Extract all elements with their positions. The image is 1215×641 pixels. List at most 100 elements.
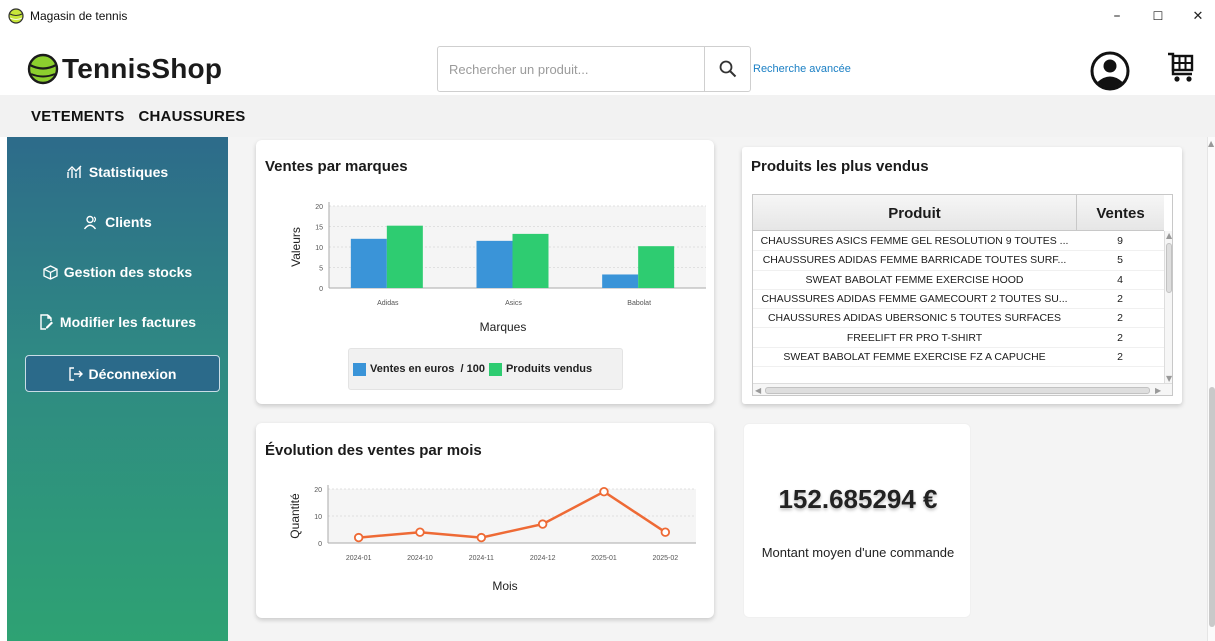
x-tick-label: Asics <box>505 300 522 307</box>
y-tick-label: 5 <box>319 266 323 273</box>
column-header-produit[interactable]: Produit <box>753 195 1076 231</box>
y-tick-label: 20 <box>315 204 323 211</box>
tennis-ball-icon <box>8 8 24 24</box>
card-average-order: 152.685294 € Montant moyen d'une command… <box>743 423 971 618</box>
x-tick-label: Babolat <box>627 300 651 307</box>
cell-produit: SWEAT BABOLAT FEMME EXERCISE HOOD <box>805 273 1024 286</box>
cell-ventes: 9 <box>1117 235 1123 248</box>
x-axis-label: Marques <box>480 320 527 334</box>
sidebar-item-statistiques[interactable]: Statistiques <box>7 157 228 187</box>
category-nav: VETEMENTS CHAUSSURES <box>0 95 1215 137</box>
search-icon <box>719 60 736 78</box>
table-vertical-scrollbar[interactable]: ▲ ▼ <box>1164 231 1173 383</box>
table-row[interactable]: SWEAT BABOLAT FEMME EXERCISE HOOD 4 <box>753 271 1164 290</box>
table-row[interactable]: CHAUSSURES ADIDAS UBERSONIC 5 TOUTES SUR… <box>753 309 1164 329</box>
search-input[interactable] <box>437 46 705 92</box>
table-row[interactable]: FREELIFT FR PRO T-SHIRT 2 <box>753 328 1164 348</box>
category-vetements[interactable]: VETEMENTS <box>31 108 124 125</box>
x-tick-label: Adidas <box>377 300 399 307</box>
scroll-thumb[interactable] <box>765 387 1150 394</box>
y-axis-label: Quantité <box>288 493 302 539</box>
data-point <box>537 519 548 529</box>
app-header: TennisShop Recherche avancée <box>0 32 1215 95</box>
cell-produit: CHAUSSURES ADIDAS FEMME GAMECOURT 2 TOUT… <box>761 293 1068 306</box>
minimize-button[interactable]: – <box>1095 0 1139 32</box>
card-top-products: Produits les plus vendus Produit Ventes … <box>742 147 1182 404</box>
sidebar-item-label: Clients <box>105 214 152 230</box>
table-horizontal-scrollbar[interactable]: ◀ ▶ <box>753 383 1172 395</box>
x-axis-label: Mois <box>492 579 517 593</box>
logout-label: Déconnexion <box>88 365 177 382</box>
table-row[interactable]: CHAUSSURES ADIDAS FEMME BARRICADE TOUTES… <box>753 251 1164 271</box>
data-point <box>476 532 487 543</box>
cell-ventes: 5 <box>1117 254 1123 267</box>
table-header: Produit Ventes <box>753 195 1164 231</box>
y-tick-label: 10 <box>314 514 322 521</box>
chart-icon <box>67 165 83 179</box>
tennis-ball-icon <box>27 53 59 85</box>
column-header-ventes[interactable]: Ventes <box>1076 195 1164 231</box>
maximize-button[interactable]: ☐ <box>1136 0 1180 32</box>
line-chart: 0 10 20 2024-01 2024-10 2024-11 2024-12 2025-01… <box>288 485 696 593</box>
data-point <box>599 486 609 497</box>
table-row[interactable]: SWEAT BABOLAT FEMME EXERCISE FZ A CAPUCH… <box>753 348 1164 368</box>
scroll-up-icon: ▲ <box>1208 139 1215 148</box>
x-tick-label: 2024-11 <box>469 555 494 562</box>
user-account-icon[interactable] <box>1090 51 1130 91</box>
card-monthly-sales: Évolution des ventes par mois 0 10 20 2024-… <box>256 423 714 618</box>
advanced-search-link[interactable]: Recherche avancée <box>753 63 851 75</box>
logo[interactable]: TennisShop <box>27 53 222 85</box>
data-point <box>415 527 425 537</box>
dashboard-content: Ventes par marques 0 5 10 15 20 Adidas Asics Ba… <box>228 137 1215 641</box>
sidebar-item-modifier-factures[interactable]: Modifier les factures <box>7 307 228 337</box>
cell-produit: CHAUSSURES ADIDAS FEMME BARRICADE TOUTES… <box>762 254 1067 267</box>
cell-ventes: 2 <box>1117 312 1123 325</box>
category-chaussures[interactable]: CHAUSSURES <box>138 108 245 125</box>
table-body: CHAUSSURES ASICS FEMME GEL RESOLUTION 9 … <box>753 232 1164 368</box>
top-products-table: Produit Ventes CHAUSSURES ASICS FEMME GE… <box>752 194 1173 396</box>
card-title: Produits les plus vendus <box>751 158 929 175</box>
sidebar-item-clients[interactable]: Clients <box>7 207 228 237</box>
scroll-thumb[interactable] <box>1209 387 1215 627</box>
shopping-cart-icon[interactable] <box>1166 51 1196 85</box>
scroll-right-icon: ▶ <box>1155 386 1162 395</box>
data-point <box>660 527 671 537</box>
bar-products <box>638 246 675 288</box>
logo-text: TennisShop <box>62 53 223 84</box>
table-row[interactable]: CHAUSSURES ASICS FEMME GEL RESOLUTION 9 … <box>753 232 1164 252</box>
window-title-bar: Magasin de tennis – ☐ ✕ <box>0 0 1215 32</box>
bar-euros <box>602 274 639 288</box>
scroll-thumb[interactable] <box>1166 243 1172 293</box>
data-point <box>353 532 364 543</box>
cell-ventes: 4 <box>1117 273 1123 286</box>
close-button[interactable]: ✕ <box>1176 0 1215 32</box>
cell-produit: CHAUSSURES ASICS FEMME GEL RESOLUTION 9 … <box>760 235 1069 248</box>
cell-ventes: 2 <box>1117 293 1123 306</box>
x-tick-label: 2025-01 <box>591 555 617 562</box>
legend-swatch-products <box>488 362 502 376</box>
y-tick-label: 20 <box>314 487 322 494</box>
x-tick-label: 2024-10 <box>407 555 433 562</box>
bar-euros <box>476 240 513 288</box>
page-vertical-scrollbar[interactable]: ▲ <box>1207 137 1215 641</box>
table-row[interactable]: CHAUSSURES ADIDAS FEMME GAMECOURT 2 TOUT… <box>753 290 1164 310</box>
cell-produit: CHAUSSURES ADIDAS UBERSONIC 5 TOUTES SUR… <box>767 312 1062 325</box>
sidebar-item-label: Statistiques <box>88 164 169 180</box>
bar-euros <box>350 238 387 288</box>
bar-products <box>512 233 549 288</box>
cell-ventes: 2 <box>1117 331 1123 344</box>
scroll-up-icon: ▲ <box>1166 231 1173 240</box>
logout-button[interactable]: Déconnexion <box>25 355 220 392</box>
search-button[interactable] <box>704 46 751 92</box>
legend-label-euros: Ventes en euros / 100 <box>370 363 485 375</box>
y-tick-label: 0 <box>318 541 322 548</box>
chart-legend: Ventes en euros / 100 Produits vendus <box>348 348 623 390</box>
box-icon <box>43 264 58 280</box>
logout-icon <box>68 366 83 381</box>
edit-document-icon <box>39 314 54 330</box>
bar-products <box>386 225 423 288</box>
sidebar-item-gestion-stocks[interactable]: Gestion des stocks <box>7 257 228 287</box>
average-order-label: Montant moyen d'une commande <box>761 545 955 560</box>
sidebar: Statistiques Clients Gestion des stocks … <box>7 137 228 641</box>
y-axis-label: Valeurs <box>289 227 303 267</box>
